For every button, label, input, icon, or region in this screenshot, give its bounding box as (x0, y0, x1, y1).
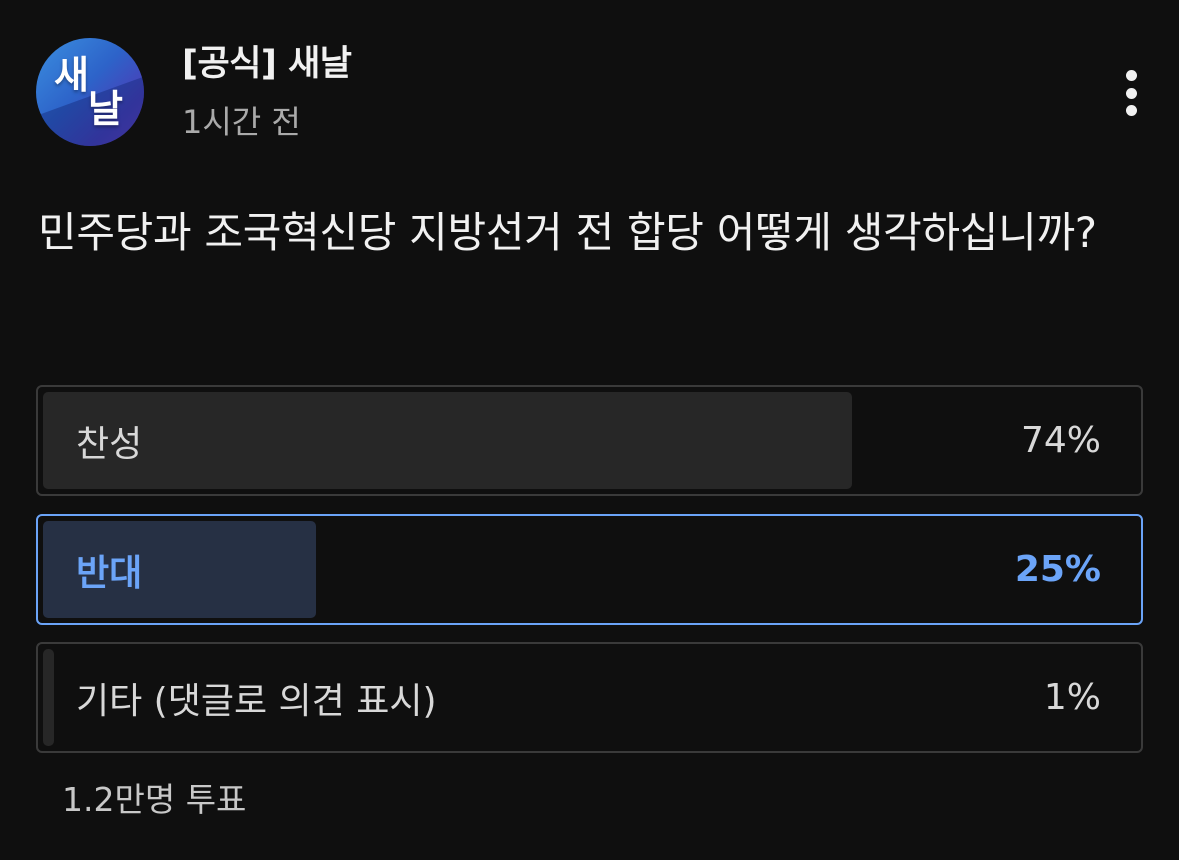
post-time: 1시간 전 (182, 103, 301, 141)
poll-option-label: 찬성 (76, 423, 143, 465)
poll-option-other[interactable]: 기타 (댓글로 의견 표시) 1% (36, 642, 1143, 753)
channel-name[interactable]: [공식] 새날 (182, 42, 352, 86)
poll-option-agree[interactable]: 찬성 74% (36, 385, 1143, 496)
poll-option-label: 반대 (76, 552, 143, 594)
poll-option-disagree[interactable]: 반대 25% (36, 514, 1143, 625)
more-vertical-icon (1125, 87, 1137, 99)
more-vertical-icon (1125, 70, 1137, 81)
poll-option-percent: 25% (1014, 549, 1101, 590)
poll-option-percent: 74% (1020, 420, 1101, 461)
avatar-glyph: 새 (54, 53, 89, 97)
poll-question: 민주당과 조국혁신당 지방선거 전 합당 어떻게 생각하십니까? (38, 208, 1097, 257)
avatar-glyph: 날 (88, 87, 123, 131)
vote-count: 1.2만명 투표 (62, 780, 247, 819)
more-vertical-icon (1125, 105, 1137, 116)
poll-option-label: 기타 (댓글로 의견 표시) (76, 680, 437, 722)
poll-option-fill (43, 649, 54, 746)
post-header: 새 날 [공식] 새날 1시간 전 (36, 38, 1146, 148)
channel-avatar[interactable]: 새 날 (36, 38, 144, 146)
poll-option-percent: 1% (1043, 677, 1101, 718)
more-menu-button[interactable] (1116, 66, 1146, 120)
community-post: 새 날 [공식] 새날 1시간 전 민주당과 조국혁신당 지방선거 전 합당 어… (0, 0, 1179, 860)
poll-option-fill (43, 392, 852, 489)
